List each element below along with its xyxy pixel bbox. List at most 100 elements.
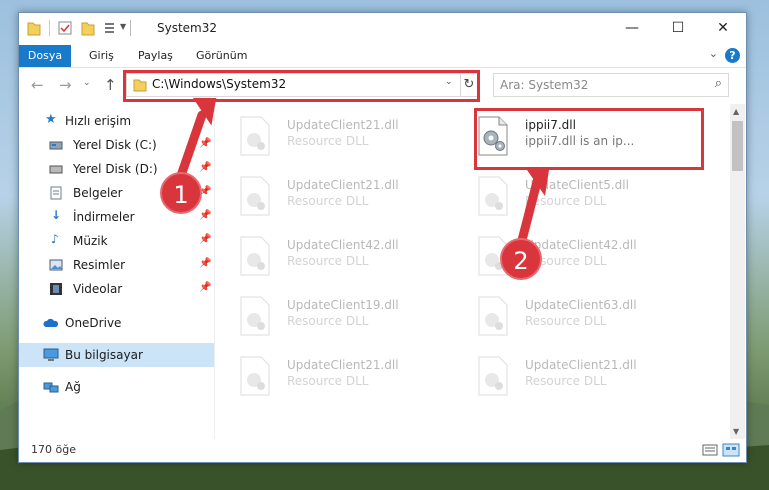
pin-icon[interactable]: 📌	[199, 234, 211, 245]
search-box[interactable]: Ara: System32 ⌕	[493, 73, 729, 97]
sidebar-item-disk-c[interactable]: Yerel Disk (C:) 📌	[19, 133, 214, 157]
file-highlight-box	[474, 108, 704, 170]
sidebar-item-label: Ağ	[65, 380, 81, 394]
properties-icon[interactable]	[57, 20, 73, 36]
sidebar-item-label: Videolar	[73, 282, 123, 296]
sidebar-item-label: Belgeler	[73, 186, 123, 200]
forward-arrow-icon[interactable]: →	[59, 76, 72, 94]
list-item[interactable]: UpdateClient63.dll Resource DLL	[455, 292, 685, 344]
folder-icon	[27, 22, 41, 36]
pin-icon[interactable]: 📌	[199, 258, 211, 269]
scroll-up-icon[interactable]: ▲	[733, 107, 739, 116]
list-item[interactable]: UpdateClient19.dll Resource DLL	[217, 292, 447, 344]
view-toggle-icons[interactable]	[702, 443, 740, 457]
help-button[interactable]: ?	[725, 48, 740, 63]
step-2-badge: 2	[500, 238, 542, 280]
title-bar: ▼ System32 — ☐ ✕	[19, 13, 746, 45]
dll-file-icon	[478, 296, 508, 336]
file-type: Resource DLL	[525, 194, 607, 208]
pin-icon[interactable]: 📌	[199, 282, 211, 293]
file-name: UpdateClient5.dll	[525, 178, 629, 192]
list-item[interactable]: UpdateClient21.dll Resource DLL	[217, 352, 447, 404]
onedrive-icon	[43, 318, 59, 327]
sidebar-item-label: OneDrive	[65, 316, 122, 330]
step-1-badge: 1	[160, 172, 202, 214]
sidebar-item-music[interactable]: ♪ Müzik 📌	[19, 229, 214, 253]
sidebar-item-videos[interactable]: Videolar 📌	[19, 277, 214, 301]
sidebar-item-onedrive[interactable]: OneDrive	[19, 311, 214, 335]
file-name: UpdateClient63.dll	[525, 298, 637, 312]
dll-file-icon	[240, 176, 270, 216]
toolbar-separator	[49, 20, 50, 36]
sidebar-item-network[interactable]: Ağ	[19, 375, 214, 399]
back-arrow-icon[interactable]: ←	[31, 76, 44, 94]
item-count: 170 öğe	[31, 443, 76, 456]
tab-file[interactable]: Dosya	[19, 45, 71, 67]
videos-icon	[50, 283, 62, 295]
tab-home[interactable]: Giriş	[89, 45, 114, 67]
dll-file-icon	[478, 176, 508, 216]
file-name: UpdateClient21.dll	[287, 358, 399, 372]
music-icon: ♪	[51, 232, 59, 246]
sidebar-item-this-pc[interactable]: Bu bilgisayar	[19, 343, 214, 367]
file-name: UpdateClient19.dll	[287, 298, 399, 312]
drive-icon	[49, 141, 63, 150]
minimize-button[interactable]: —	[609, 13, 655, 43]
computer-icon	[43, 348, 59, 361]
file-type: Resource DLL	[287, 374, 369, 388]
tab-share[interactable]: Paylaş	[138, 45, 173, 67]
window-title: System32	[157, 21, 218, 35]
navigation-pane: ★ Hızlı erişim Yerel Disk (C:) 📌 Yerel D…	[19, 109, 214, 439]
search-input[interactable]: Ara: System32	[500, 78, 588, 92]
list-item[interactable]: UpdateClient21.dll Resource DLL	[217, 112, 447, 164]
list-item[interactable]: UpdateClient5.dll Resource DLL	[455, 172, 685, 224]
sidebar-item-pictures[interactable]: Resimler 📌	[19, 253, 214, 277]
maximize-button[interactable]: ☐	[655, 13, 701, 43]
vertical-scrollbar[interactable]: ▲ ▼	[730, 104, 745, 439]
search-icon[interactable]: ⌕	[715, 76, 722, 91]
sidebar-item-label: Resimler	[73, 258, 126, 272]
drive-icon	[49, 165, 63, 174]
address-highlight-box	[123, 70, 480, 102]
sidebar-item-label: Müzik	[73, 234, 108, 248]
pane-divider	[214, 109, 215, 439]
file-type: Resource DLL	[287, 194, 369, 208]
list-item[interactable]: UpdateClient42.dll Resource DLL	[455, 232, 685, 284]
sidebar-item-quick-access[interactable]: ★ Hızlı erişim	[19, 109, 214, 133]
file-type: Resource DLL	[287, 134, 369, 148]
file-name: UpdateClient42.dll	[525, 238, 637, 252]
ribbon-tabs: Dosya Giriş Paylaş Görünüm ⌄ ?	[19, 45, 746, 68]
scroll-down-icon[interactable]: ▼	[733, 427, 739, 436]
customize-toolbar-icon[interactable]	[103, 20, 119, 36]
file-name: UpdateClient21.dll	[525, 358, 637, 372]
star-icon: ★	[45, 112, 57, 127]
pin-icon[interactable]: 📌	[199, 162, 211, 173]
scrollbar-thumb[interactable]	[732, 121, 743, 171]
title-separator	[130, 20, 131, 36]
file-name: UpdateClient21.dll	[287, 178, 399, 192]
chevron-down-icon[interactable]: ▼	[120, 22, 126, 31]
downloads-icon: ↓	[51, 208, 62, 222]
network-icon	[43, 382, 59, 393]
close-button[interactable]: ✕	[700, 13, 746, 43]
dll-file-icon	[240, 296, 270, 336]
file-name: UpdateClient42.dll	[287, 238, 399, 252]
new-folder-icon[interactable]	[81, 20, 95, 36]
up-arrow-icon[interactable]: ↑	[104, 76, 117, 94]
list-item[interactable]: UpdateClient42.dll Resource DLL	[217, 232, 447, 284]
sidebar-item-label: Yerel Disk (C:)	[73, 138, 157, 152]
pin-icon[interactable]: 📌	[199, 210, 211, 221]
recent-locations-icon[interactable]: ⌄	[83, 78, 91, 88]
list-item[interactable]: UpdateClient21.dll Resource DLL	[455, 352, 685, 404]
sidebar-item-label: Yerel Disk (D:)	[73, 162, 158, 176]
pin-icon[interactable]: 📌	[199, 138, 211, 149]
tab-view[interactable]: Görünüm	[196, 45, 247, 67]
sidebar-item-label: Bu bilgisayar	[65, 348, 143, 362]
documents-icon	[50, 186, 62, 200]
dll-file-icon	[240, 356, 270, 396]
list-item[interactable]: UpdateClient21.dll Resource DLL	[217, 172, 447, 224]
status-bar: 170 öğe	[19, 439, 746, 461]
ribbon-expand-icon[interactable]: ⌄	[709, 47, 718, 60]
file-name: UpdateClient21.dll	[287, 118, 399, 132]
file-type: Resource DLL	[525, 314, 607, 328]
